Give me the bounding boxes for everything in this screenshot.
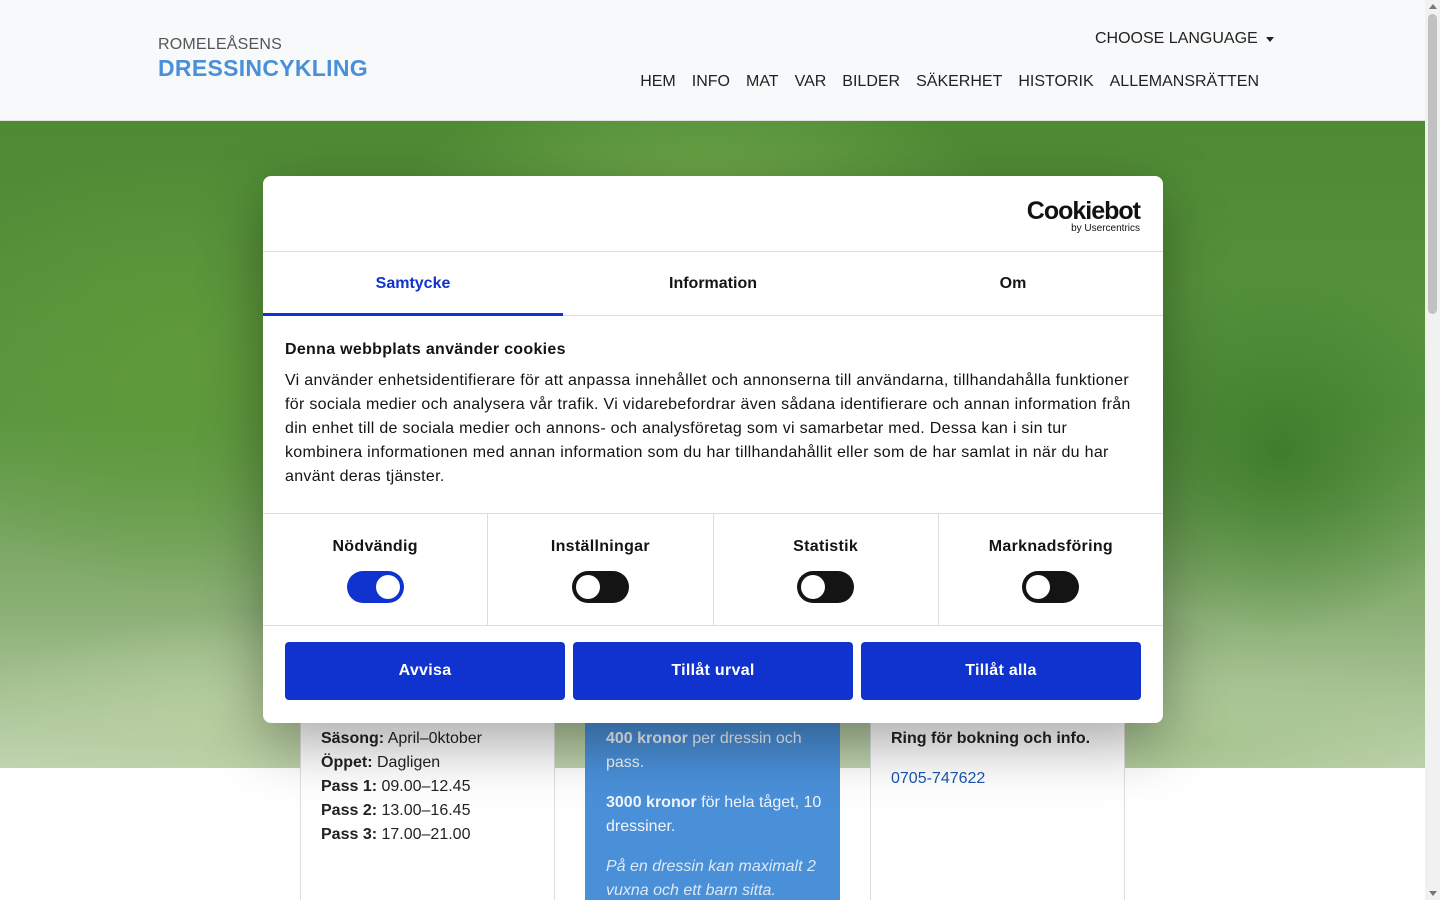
scroll-down-icon[interactable] [1429,891,1437,896]
allow-all-button[interactable]: Tillåt alla [861,642,1141,700]
brand-subtitle[interactable]: ROMELEÅSENS [158,36,282,54]
toggle-knob [1026,575,1051,599]
toggle-installningar[interactable] [571,571,629,603]
price-line: 3000 kronor för hela tåget, 10 dressiner… [606,794,822,835]
scroll-up-icon[interactable] [1429,4,1437,9]
nav-item-bilder[interactable]: BILDER [842,73,900,91]
scrollbar[interactable] [1425,0,1440,900]
consent-text: Denna webbplats använder cookies Vi anvä… [263,316,1163,514]
toggle-group-statistik: Statistik [714,514,939,625]
consent-heading: Denna webbplats använder cookies [285,341,566,358]
toggle-label: Nödvändig [332,538,418,555]
toggle-knob [575,575,600,599]
reject-button[interactable]: Avvisa [285,642,565,700]
schedule-row: Pass 2: 13.00–16.45 [321,802,471,819]
cookie-consent-dialog: Cookiebot by Usercentrics Samtycke Infor… [263,176,1163,723]
nav-item-historik[interactable]: HISTORIK [1018,73,1093,91]
scroll-thumb[interactable] [1428,14,1437,314]
schedule-row: Öppet: Dagligen [321,754,441,771]
consent-body: Vi använder enhetsidentifierare för att … [285,372,1131,485]
tab-samtycke[interactable]: Samtycke [263,252,563,316]
price-note: På en dressin kan maximalt 2 vuxna och e… [606,858,816,899]
nav-item-hem[interactable]: HEM [640,73,676,91]
toggle-nodvandig[interactable] [346,571,404,603]
brand-title[interactable]: DRESSINCYKLING [158,55,368,82]
dialog-header: Cookiebot by Usercentrics [263,176,1163,252]
schedule-row: Pass 3: 17.00–21.00 [321,826,471,843]
allow-selection-button[interactable]: Tillåt urval [573,642,853,700]
nav-item-info[interactable]: INFO [692,73,730,91]
toggle-knob [801,575,826,599]
toggle-label: Marknadsföring [988,538,1113,555]
toggle-knob [375,575,400,599]
language-label: CHOOSE LANGUAGE [1095,30,1258,47]
schedule-card: Säsong: April–0ktober Öppet: Dagligen Pa… [300,700,555,900]
phone-link[interactable]: 0705-747622 [891,767,1090,791]
price-line: 400 kronor per dressin och pass. [606,730,802,771]
booking-card: Ring för bokning och info. 0705-747622 [870,700,1125,900]
nav-item-sakerhet[interactable]: SÄKERHET [916,73,1002,91]
language-dropdown[interactable]: CHOOSE LANGUAGE [1095,30,1274,48]
caret-down-icon [1265,36,1274,42]
schedule-row: Pass 1: 09.00–12.45 [321,778,471,795]
toggle-group-marknadsforing: Marknadsföring [939,514,1163,625]
price-card: 400 kronor per dressin och pass. 3000 kr… [585,700,840,900]
toggle-group-nodvandig: Nödvändig [263,514,489,625]
nav-item-mat[interactable]: MAT [746,73,779,91]
nav-item-allemansratten[interactable]: ALLEMANSRÄTTEN [1110,73,1259,91]
cookiebot-logo[interactable]: Cookiebot by Usercentrics [1027,198,1141,234]
toggle-label: Inställningar [550,538,650,555]
toggle-label: Statistik [793,538,859,555]
main-nav: HEM INFO MAT VAR BILDER SÄKERHET HISTORI… [640,73,1259,91]
tab-information[interactable]: Information [563,252,863,315]
toggle-group-installningar: Inställningar [488,514,714,625]
toggle-marknadsforing[interactable] [1022,571,1080,603]
site-header: ROMELEÅSENS DRESSINCYKLING CHOOSE LANGUA… [0,0,1425,121]
consent-toggles: Nödvändig Inställningar Statistik Markna… [263,514,1163,626]
schedule-row: Säsong: April–0ktober [321,730,482,747]
tab-om[interactable]: Om [863,252,1163,315]
booking-title: Ring för bokning och info. [891,730,1091,747]
nav-item-var[interactable]: VAR [795,73,827,91]
dialog-tabs: Samtycke Information Om [263,252,1163,316]
consent-buttons: Avvisa Tillåt urval Tillåt alla [263,626,1163,716]
toggle-statistik[interactable] [797,571,855,603]
